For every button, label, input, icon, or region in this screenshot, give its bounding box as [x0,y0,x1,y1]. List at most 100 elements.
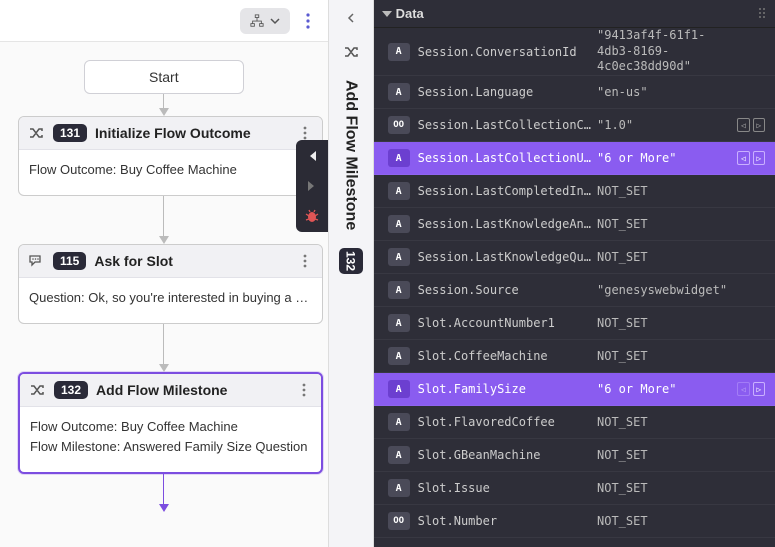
node-body: Flow Outcome: Buy Coffee Machine [19,150,322,195]
node-number-badge: 115 [53,252,86,270]
start-node[interactable]: Start [84,60,244,94]
node-title: Initialize Flow Outcome [95,125,288,141]
prev-value-button[interactable]: ◁ [737,151,750,165]
variable-value: "1.0" [597,118,737,132]
type-badge: A [388,347,410,365]
next-value-button[interactable]: ▷ [753,151,766,165]
inspector-title: Add Flow Milestone [342,76,360,234]
variable-name: Session.LastCollectionU… [418,151,597,165]
connector [18,196,310,244]
node-header: 115 Ask for Slot [19,245,322,278]
variable-row[interactable]: A Slot.CoffeeMachineNOT_SET [374,340,775,373]
shuffle-icon [28,381,46,399]
nav-arrows: ◁▷ [737,151,775,165]
debug-button[interactable] [302,206,322,226]
type-badge: OO [388,116,410,134]
node-menu-button[interactable] [296,252,314,270]
connector [18,324,310,372]
variable-name: Session.Language [418,85,597,99]
variable-name: Slot.CoffeeMachine [418,349,597,363]
nav-arrows: ◁▷ [737,118,775,132]
variable-name: Session.LastKnowledgeAn… [418,217,597,231]
type-badge: A [388,149,410,167]
connector [18,474,310,512]
flow-node-115[interactable]: 115 Ask for Slot Question: Ok, so you're… [18,244,323,324]
structure-dropdown-button[interactable] [240,8,290,34]
type-badge: A [388,281,410,299]
variable-value: "genesyswebwidget" [597,283,737,297]
nav-arrows: ◁▷ [737,382,775,396]
type-badge: A [388,83,410,101]
variable-row[interactable]: ASlot.AccountNumber1NOT_SET [374,307,775,340]
variable-name: Session.LastKnowledgeQu… [418,250,597,264]
node-header: 131 Initialize Flow Outcome [19,117,322,150]
variable-value: NOT_SET [597,316,737,330]
node-number-badge: 132 [54,381,88,399]
variable-row[interactable]: OOSlot.NumberNOT_SET [374,505,775,538]
variable-value: "6 or More" [597,151,737,165]
step-forward-button[interactable] [302,176,322,196]
flow-canvas-pane: Start 131 Initialize Flow Outcome Flow O… [0,0,328,547]
collapse-toggle-icon [382,11,392,17]
variable-row[interactable]: ASession.LastKnowledgeAn…NOT_SET [374,208,775,241]
debug-toolbar [296,140,328,232]
variable-value: NOT_SET [597,514,737,528]
connector [18,94,310,116]
type-badge: A [388,182,410,200]
node-body: Question: Ok, so you're interested in bu… [19,278,322,323]
shuffle-icon [341,42,361,62]
chevron-down-icon [270,16,280,26]
flow-node-131[interactable]: 131 Initialize Flow Outcome Flow Outcome… [18,116,323,196]
variable-row[interactable]: ASession.LastCompletedIn…NOT_SET [374,175,775,208]
variable-list[interactable]: ASession.ConversationId"9413af4f-61f1-4d… [374,28,775,547]
variable-value: NOT_SET [597,184,737,198]
canvas-menu-button[interactable] [296,9,320,33]
variable-row[interactable]: ASlot.IssueNOT_SET [374,472,775,505]
flow-node-132[interactable]: 132 Add Flow Milestone Flow Outcome: Buy… [18,372,323,475]
variable-row[interactable]: ASlot.FlavoredCoffeeNOT_SET [374,406,775,439]
variable-name: Slot.Number [418,514,597,528]
type-badge: A [388,413,410,431]
variable-row[interactable]: ASlot.FamilySize"6 or More"◁▷ [374,373,775,406]
step-back-button[interactable] [302,146,322,166]
variable-value: NOT_SET [597,415,737,429]
node-body: Flow Outcome: Buy Coffee Machine Flow Mi… [20,407,321,473]
node-header: 132 Add Flow Milestone [20,374,321,407]
data-panel-title: Data [396,6,424,21]
variable-value: "9413af4f-61f1-4db3-8169-4c0ec38dd90d" [597,28,737,75]
next-value-button[interactable]: ▷ [753,118,766,132]
data-panel-header[interactable]: Data [374,0,775,28]
node-number-badge: 131 [53,124,87,142]
variable-name: Slot.GBeanMachine [418,448,597,462]
variable-row[interactable]: OOSession.LastCollectionC…"1.0"◁▷ [374,109,775,142]
prev-value-button[interactable]: ◁ [737,382,750,396]
next-value-button[interactable]: ▷ [753,382,766,396]
inspector-rail: Add Flow Milestone 132 [328,0,374,547]
variable-row[interactable]: ASlot.GBeanMachineNOT_SET [374,439,775,472]
collapse-left-button[interactable] [341,8,361,28]
variable-value: NOT_SET [597,349,737,363]
node-menu-button[interactable] [295,381,313,399]
node-title: Add Flow Milestone [96,382,287,398]
variable-name: Session.Source [418,283,597,297]
flow-canvas[interactable]: Start 131 Initialize Flow Outcome Flow O… [0,42,328,512]
variable-value: NOT_SET [597,448,737,462]
tree-icon [250,14,264,28]
grip-icon[interactable] [757,6,769,21]
variable-value: "6 or More" [597,382,737,396]
variable-value: NOT_SET [597,481,737,495]
variable-value: NOT_SET [597,250,737,264]
chat-icon [27,252,45,270]
variable-row[interactable]: A Session.LastKnowledgeQu…NOT_SET [374,241,775,274]
variable-name: Slot.Issue [418,481,597,495]
shuffle-icon [27,124,45,142]
prev-value-button[interactable]: ◁ [737,118,750,132]
variable-row[interactable]: A Session.Source"genesyswebwidget" [374,274,775,307]
kebab-icon [306,13,310,29]
variable-row[interactable]: A Session.LastCollectionU…"6 or More"◁▷ [374,142,775,175]
variable-row[interactable]: ASession.ConversationId"9413af4f-61f1-4d… [374,28,775,76]
type-badge: A [388,248,410,266]
variable-row[interactable]: ASession.Language"en-us" [374,76,775,109]
data-panel: Data ASession.ConversationId"9413af4f-61… [374,0,775,547]
start-label: Start [149,69,179,85]
